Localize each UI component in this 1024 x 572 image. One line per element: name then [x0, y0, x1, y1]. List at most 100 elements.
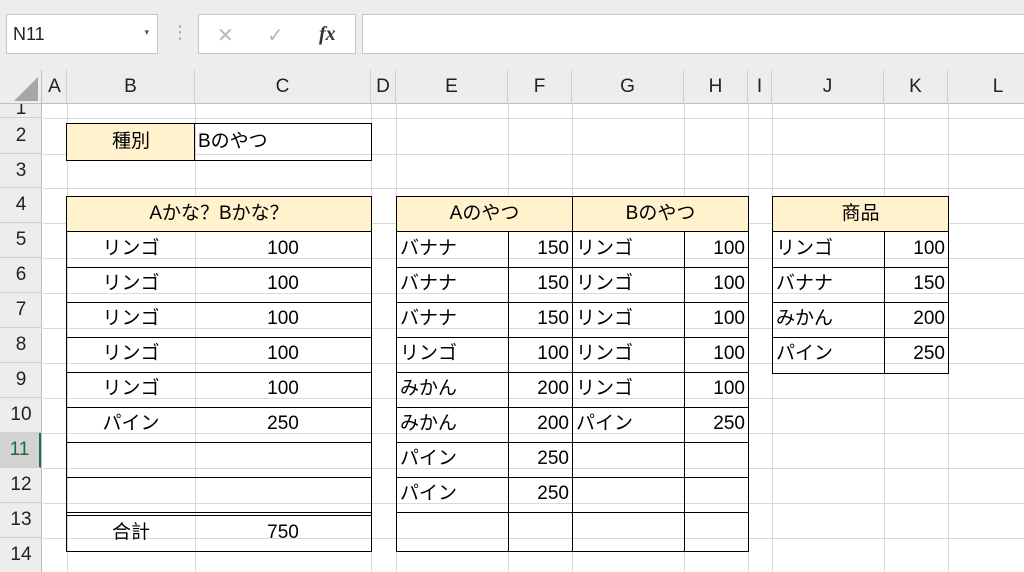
product-name[interactable]: みかん: [772, 302, 884, 336]
column-header[interactable]: K: [884, 70, 948, 104]
row-header[interactable]: 13: [0, 503, 41, 538]
column-headers: A B C D E F G H I J K L: [0, 70, 1024, 104]
product-price[interactable]: 200: [884, 302, 948, 336]
main-item-value[interactable]: 100: [195, 372, 371, 406]
a-item-name[interactable]: バナナ: [396, 232, 508, 266]
b-item-value[interactable]: 100: [684, 302, 748, 336]
main-item-value[interactable]: 100: [195, 337, 371, 371]
b-item-value[interactable]: 100: [684, 267, 748, 301]
b-item-name[interactable]: [572, 442, 684, 476]
type-value-cell[interactable]: Bのやつ: [194, 125, 370, 159]
select-all-button[interactable]: [0, 70, 42, 104]
a-item-value[interactable]: 200: [508, 407, 572, 441]
column-header[interactable]: G: [572, 70, 684, 104]
product-name[interactable]: バナナ: [772, 267, 884, 301]
product-price[interactable]: 150: [884, 267, 948, 301]
b-item-name[interactable]: リンゴ: [572, 232, 684, 266]
main-item-value[interactable]: 100: [195, 232, 371, 266]
product-name[interactable]: リンゴ: [772, 232, 884, 266]
row-header[interactable]: 3: [0, 154, 41, 188]
formula-input[interactable]: [362, 14, 1024, 54]
a-item-name[interactable]: パイン: [396, 442, 508, 476]
a-item-value[interactable]: 150: [508, 267, 572, 301]
main-item-name[interactable]: パイン: [67, 407, 195, 441]
a-item-name[interactable]: みかん: [396, 407, 508, 441]
a-item-name[interactable]: バナナ: [396, 302, 508, 336]
chevron-down-icon[interactable]: ▾: [144, 27, 149, 38]
column-header[interactable]: C: [195, 70, 371, 104]
main-item-name[interactable]: リンゴ: [67, 302, 195, 336]
total-value[interactable]: 750: [195, 516, 371, 550]
column-header[interactable]: F: [508, 70, 572, 104]
main-item-name[interactable]: リンゴ: [67, 372, 195, 406]
a-item-value[interactable]: 100: [508, 337, 572, 371]
product-price[interactable]: 250: [884, 337, 948, 371]
main-item-value[interactable]: [195, 442, 371, 476]
b-item-value[interactable]: 100: [684, 232, 748, 266]
column-header[interactable]: I: [748, 70, 772, 104]
a-item-value[interactable]: 250: [508, 442, 572, 476]
row-header[interactable]: 9: [0, 363, 41, 398]
row-header[interactable]: 1: [0, 104, 41, 118]
b-item-value[interactable]: 100: [684, 372, 748, 406]
column-header[interactable]: D: [371, 70, 396, 104]
insert-function-icon[interactable]: fx: [319, 23, 336, 46]
main-item-value[interactable]: 100: [195, 267, 371, 301]
column-header[interactable]: E: [396, 70, 508, 104]
a-item-value[interactable]: 150: [508, 232, 572, 266]
b-item-value[interactable]: [684, 442, 748, 476]
main-item-name[interactable]: [67, 477, 195, 511]
b-item-name[interactable]: リンゴ: [572, 267, 684, 301]
row-header[interactable]: 12: [0, 468, 41, 503]
row-header-selected[interactable]: 11: [0, 433, 41, 468]
a-item-name[interactable]: バナナ: [396, 267, 508, 301]
main-item-value[interactable]: [195, 477, 371, 511]
check-icon[interactable]: ✓: [267, 23, 284, 48]
a-item-value[interactable]: 250: [508, 477, 572, 511]
b-item-value[interactable]: 250: [684, 407, 748, 441]
a-item-name[interactable]: リンゴ: [396, 337, 508, 371]
b-item-value[interactable]: 100: [684, 337, 748, 371]
product-name[interactable]: パイン: [772, 337, 884, 371]
b-item-name[interactable]: [572, 477, 684, 511]
column-header[interactable]: L: [948, 70, 1024, 104]
b-item-value[interactable]: [684, 512, 748, 546]
column-header[interactable]: A: [43, 70, 67, 104]
a-item-name[interactable]: パイン: [396, 477, 508, 511]
main-item-name[interactable]: リンゴ: [67, 232, 195, 266]
b-item-value[interactable]: [684, 477, 748, 511]
row-header[interactable]: 14: [0, 538, 41, 572]
a-item-name[interactable]: みかん: [396, 372, 508, 406]
column-header[interactable]: J: [772, 70, 884, 104]
a-item-value[interactable]: 200: [508, 372, 572, 406]
row-header[interactable]: 5: [0, 223, 41, 258]
column-header[interactable]: H: [684, 70, 748, 104]
a-item-value[interactable]: [508, 512, 572, 546]
row-header[interactable]: 7: [0, 293, 41, 328]
row-header[interactable]: 4: [0, 188, 41, 223]
row-header[interactable]: 10: [0, 398, 41, 433]
b-item-name[interactable]: リンゴ: [572, 337, 684, 371]
row-header[interactable]: 8: [0, 328, 41, 363]
main-item-value[interactable]: 100: [195, 302, 371, 336]
b-item-name[interactable]: リンゴ: [572, 372, 684, 406]
a-item-name[interactable]: [396, 512, 508, 546]
main-item-value[interactable]: 250: [195, 407, 371, 441]
column-header[interactable]: B: [67, 70, 195, 104]
product-price[interactable]: 100: [884, 232, 948, 266]
b-item-name[interactable]: [572, 512, 684, 546]
b-item-name[interactable]: リンゴ: [572, 302, 684, 336]
name-box-value: N11: [13, 24, 45, 44]
formula-bar-area: N11 ▾ ⋮ ✕ ✓ fx: [0, 0, 1024, 70]
row-header[interactable]: 6: [0, 258, 41, 293]
cancel-icon[interactable]: ✕: [217, 23, 234, 48]
main-item-name[interactable]: リンゴ: [67, 267, 195, 301]
name-box[interactable]: N11 ▾: [6, 14, 158, 54]
row-header[interactable]: 2: [0, 118, 41, 154]
a-item-value[interactable]: 150: [508, 302, 572, 336]
main-item-name[interactable]: [67, 442, 195, 476]
b-item-name[interactable]: パイン: [572, 407, 684, 441]
main-item-name[interactable]: リンゴ: [67, 337, 195, 371]
worksheet-grid[interactable]: 種別 Bのやつ Aかな？Bかな？ リンゴ 100 リンゴ 100 リンゴ 100…: [43, 104, 1024, 572]
products-header: 商品: [841, 203, 880, 224]
